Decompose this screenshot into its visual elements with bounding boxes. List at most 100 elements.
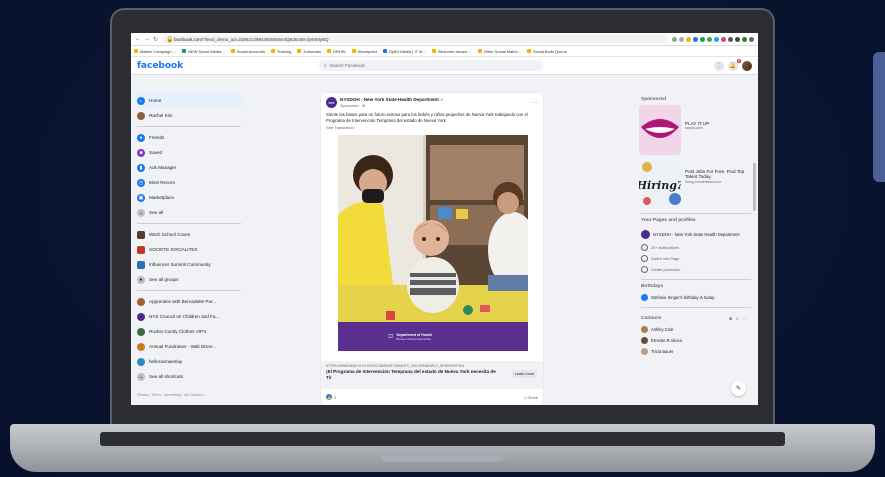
bookmark[interactable]: NEW Social Media...: [182, 49, 225, 54]
sidebar-see-all-groups[interactable]: ● See all groups: [135, 272, 243, 287]
puzzle-icon[interactable]: [728, 36, 733, 42]
bookmark[interactable]: Social Build Queue: [526, 49, 567, 54]
back-icon[interactable]: ←: [135, 36, 141, 42]
sidebar-item-see-all[interactable]: ⌄ See all: [135, 205, 243, 220]
ad-image-lips: [639, 105, 681, 155]
profile-avatar[interactable]: [742, 60, 752, 71]
post-image[interactable]: ⛫ Department of Health Bureau of Early I…: [338, 135, 528, 351]
extension-icon[interactable]: [714, 36, 719, 42]
video-call-icon[interactable]: ■: [729, 316, 732, 321]
sidebar-item-friends[interactable]: ● Friends: [135, 130, 243, 145]
zoom-icon[interactable]: [672, 36, 677, 42]
post-page-name[interactable]: NYSDOH - New York State Health Departmen…: [340, 97, 439, 102]
extensions: [672, 36, 754, 42]
sidebar-item-profile[interactable]: Rachel Kim: [135, 108, 243, 123]
reload-icon[interactable]: ↻: [153, 36, 158, 43]
sidebar-see-all-shortcuts[interactable]: ⌄ See all shortcuts: [135, 369, 243, 384]
contact-item[interactable]: Tricia Bauer: [639, 346, 753, 357]
bookmark[interactable]: Training: [270, 49, 291, 54]
bell-icon: [641, 244, 648, 251]
gift-icon: [641, 294, 648, 301]
sponsored-ad[interactable]: Hiring? Post Jobs For Free. Find Top Tal…: [639, 159, 753, 209]
sidebar-group-item[interactable]: Witch School Coven: [135, 227, 243, 242]
search-icon[interactable]: ⌕: [736, 316, 739, 321]
avatar: [641, 337, 648, 344]
contact-item[interactable]: Ashley Cole: [639, 324, 753, 335]
shortcut-icon: [137, 312, 145, 321]
like-icon[interactable]: 👍: [326, 394, 332, 400]
more-options-icon[interactable]: ···: [532, 100, 538, 106]
menu-grid-icon[interactable]: ⋮: [714, 60, 724, 71]
bookmark[interactable]: Welcome Issues ...: [431, 49, 472, 54]
folder-icon: [230, 49, 235, 53]
extension-icon[interactable]: [707, 36, 712, 42]
search-placeholder: Search Facebook: [329, 63, 365, 68]
bookmark[interactable]: Justworks: [297, 49, 321, 54]
bookmark[interactable]: DRHW: [327, 49, 346, 54]
sponsored-ad[interactable]: PLAY IT UP sanoo.com: [639, 105, 753, 155]
avatar: [641, 326, 648, 333]
sidebar-shortcut-item[interactable]: hellocarinaenlay: [135, 354, 243, 369]
bookmark[interactable]: Sharepoint: [351, 49, 377, 54]
scrollbar[interactable]: [753, 163, 756, 211]
divider: [641, 213, 751, 214]
post-reactions: 👍 1 1 Share: [321, 392, 543, 402]
url-bar[interactable]: 🔒 facebook.com/?feed_demo_ad=23852129843…: [162, 35, 668, 43]
page-action-switch[interactable]: Switch into Page: [639, 253, 753, 264]
forward-icon[interactable]: →: [144, 36, 150, 42]
search-input[interactable]: ⌕ Search Facebook: [319, 60, 543, 71]
menu-icon[interactable]: [749, 36, 754, 42]
lock-icon: 🔒: [166, 36, 174, 43]
notifications-icon[interactable]: 🔔 8: [728, 58, 741, 71]
bookmark[interactable]: Other Social Matrix...: [477, 49, 521, 54]
extension-icon[interactable]: [693, 36, 698, 42]
bookmark[interactable]: OptID Media | IT M...: [382, 49, 426, 54]
page-action-notifications[interactable]: 20+ Notifications: [639, 242, 753, 253]
page-avatar[interactable]: NYS: [326, 97, 337, 108]
groups-icon: ●: [137, 275, 145, 284]
extension-icon[interactable]: [721, 36, 726, 42]
share-icon[interactable]: [679, 36, 684, 42]
sidebar-icon[interactable]: [735, 36, 740, 42]
folder-icon: [477, 49, 482, 53]
post-header: NYS NYSDOH - New York State Health Depar…: [321, 93, 543, 112]
sidebar-group-item[interactable]: SOCIETE SOCIALITES: [135, 242, 243, 257]
facebook-logo[interactable]: facebook: [137, 61, 183, 71]
bookmark[interactable]: Social Accounts: [230, 49, 265, 54]
contact-item[interactable]: Ernesto R Alicea: [639, 335, 753, 346]
learn-more-button[interactable]: Learn more: [511, 370, 537, 378]
home-icon: ⌂: [137, 96, 145, 105]
page-action-promote[interactable]: Create promotion: [639, 264, 753, 275]
chevron-down-icon: ⌄: [137, 372, 145, 381]
like-count[interactable]: 1: [334, 395, 336, 400]
sidebar-item-ads-manager[interactable]: ▮ Ads Manager: [135, 160, 243, 175]
see-translation-link[interactable]: See Translation: [321, 123, 543, 132]
more-options-icon[interactable]: ···: [743, 316, 748, 321]
nys-logo-icon: ⛫: [388, 333, 394, 340]
profile-icon[interactable]: [742, 36, 747, 42]
bookmark[interactable]: Master Campaign ...: [134, 49, 176, 54]
footer-links[interactable]: Privacy · Terms · Advertising · Ad Choic…: [137, 393, 206, 397]
page-profile-item[interactable]: NYSDOH - New York State Health Departmen…: [639, 226, 753, 242]
sidebar-item-home[interactable]: ⌂ Home: [135, 93, 243, 108]
sidebar-item-most-recent[interactable]: ◷ Most Recent: [135, 175, 243, 190]
browser-address-bar-row: ← → ↻ 🔒 facebook.com/?feed_demo_ad=23852…: [131, 33, 758, 46]
sidebar-shortcut-item[interactable]: Ruckin Comfy Clothes VIP's: [135, 324, 243, 339]
sidebar-item-marketplace[interactable]: ▣ Marketplace: [135, 190, 243, 205]
star-icon[interactable]: [686, 36, 691, 42]
divider: [641, 307, 751, 308]
sidebar-item-saved[interactable]: ■ Saved: [135, 145, 243, 160]
bookmark-icon: [382, 49, 387, 53]
sidebar-shortcut-item[interactable]: Annual Fundraiser - Walt Disne...: [135, 339, 243, 354]
link-preview[interactable]: HTTPS://WWW.HEALTH.NY.GOV/COMMUNITY/INFA…: [321, 361, 543, 389]
clock-icon: ◷: [137, 178, 145, 187]
sidebar-group-item[interactable]: Influencer Summit Community: [135, 257, 243, 272]
sidebar-shortcut-item[interactable]: NYS Council on Children and Fa...: [135, 309, 243, 324]
shortcut-icon: [137, 342, 145, 351]
extension-icon[interactable]: [700, 36, 705, 42]
birthday-item[interactable]: Stefanie Singer's birthday is today.: [639, 292, 753, 303]
new-message-icon[interactable]: ✎: [731, 381, 746, 396]
right-sidebar: Sponsored PLAY IT UP sanoo.com iring? Po…: [639, 93, 753, 357]
sidebar-shortcut-item[interactable]: Apprentice with Bernadette Pur...: [135, 294, 243, 309]
share-count[interactable]: 1 Share: [524, 395, 538, 400]
